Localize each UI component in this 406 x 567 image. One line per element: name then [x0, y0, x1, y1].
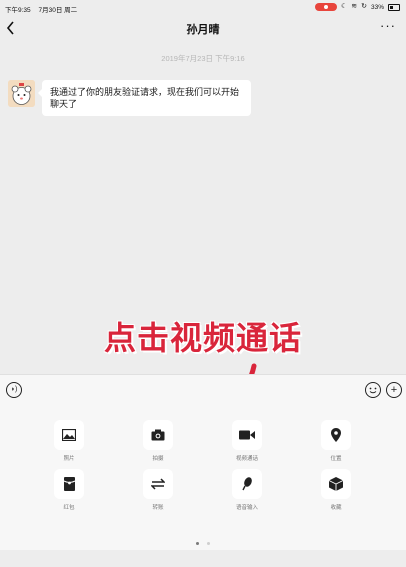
battery-icon [388, 3, 400, 11]
tool-label-transfer: 转账 [152, 505, 164, 511]
tool-favorites[interactable]: 收藏 [306, 469, 366, 511]
input-bar: ◗) + [0, 374, 406, 405]
plus-icon: + [390, 384, 398, 396]
battery-percent: 33% [370, 3, 384, 11]
message-row: 我通过了你的朋友验证请求，现在我们可以开始聊天了 [8, 80, 251, 116]
bottom-strip [0, 550, 406, 567]
camera-icon [143, 420, 173, 450]
voice-input-icon [232, 469, 262, 499]
tutorial-annotation: 点击视频通话 [103, 320, 302, 356]
emoji-icon [369, 387, 377, 394]
tool-label-location: 位置 [330, 456, 342, 462]
tool-label-favorites: 收藏 [330, 505, 342, 511]
status-date: 7月30日 周二 [38, 7, 78, 14]
favorites-icon [321, 469, 351, 499]
tool-label-red-packet: 红包 [63, 505, 75, 511]
status-left: 下午9:35 7月30日 周二 [5, 4, 83, 14]
transfer-icon [143, 469, 173, 499]
location-icon [321, 420, 351, 450]
tool-label-video-call: 视频通话 [235, 456, 258, 462]
chat-header: 孙月晴 ··· [0, 15, 406, 43]
rotation-lock-icon: ↻ [361, 3, 367, 10]
voice-icon: ◗) [10, 386, 18, 393]
message-bubble[interactable]: 我通过了你的朋友验证请求，现在我们可以开始聊天了 [38, 80, 251, 116]
avatar[interactable] [8, 80, 35, 107]
screen-record-icon [314, 3, 337, 11]
page-dot-inactive[interactable] [207, 542, 211, 545]
avatar-image [8, 80, 35, 107]
tool-voice-input[interactable]: 语音输入 [217, 469, 277, 511]
photo-icon [54, 420, 84, 450]
more-button[interactable]: ··· [380, 18, 396, 34]
voice-button[interactable]: ◗) [6, 382, 22, 398]
tool-camera[interactable]: 拍摄 [128, 420, 188, 462]
more-tools-panel: 照片 拍摄 视频通话 位置 红包 转账 语音输入 收藏 [0, 405, 406, 550]
tool-video-call[interactable]: 视频通话 [217, 420, 277, 462]
page-dot-active[interactable] [195, 542, 199, 545]
video-call-icon [232, 420, 262, 450]
tool-label-photo: 照片 [63, 456, 75, 462]
tool-location[interactable]: 位置 [306, 420, 366, 462]
tool-red-packet[interactable]: 红包 [39, 469, 99, 511]
plus-button[interactable]: + [386, 382, 402, 398]
page-title: 孙月晴 [186, 24, 220, 36]
page-indicator [0, 532, 406, 550]
wifi-icon: ≋ [351, 3, 358, 10]
tool-label-camera: 拍摄 [152, 456, 164, 462]
tool-photo[interactable]: 照片 [39, 420, 99, 462]
tool-transfer[interactable]: 转账 [128, 469, 188, 511]
status-time: 下午9:35 [5, 7, 31, 14]
status-right: ☾ ≋ ↻ 33% [314, 3, 400, 11]
emoji-button[interactable] [365, 382, 381, 398]
status-bar: 下午9:35 7月30日 周二 ☾ ≋ ↻ 33% [0, 0, 406, 15]
chat-timestamp: 2019年7月23日 下午9:16 [161, 54, 245, 63]
moon-icon: ☾ [340, 3, 348, 10]
red-packet-icon [54, 469, 84, 499]
tool-label-voice-input: 语音输入 [235, 505, 258, 511]
